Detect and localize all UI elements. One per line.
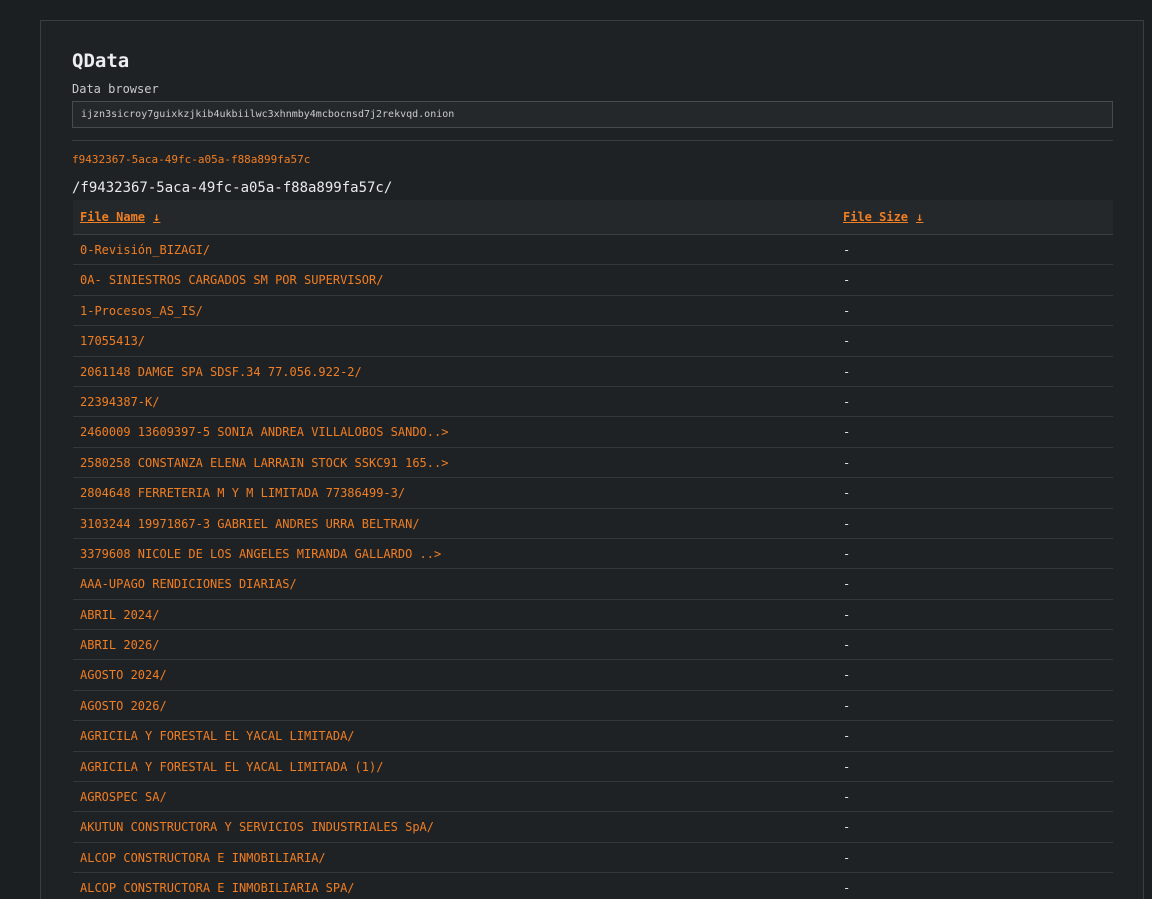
file-size: - <box>843 334 851 349</box>
table-row: AKUTUN CONSTRUCTORA Y SERVICIOS INDUSTRI… <box>73 812 1113 843</box>
table-row: 3103244 19971867-3 GABRIEL ANDRES URRA B… <box>73 509 1113 539</box>
file-name-link[interactable]: 2580258 CONSTANZA ELENA LARRAIN STOCK SS… <box>80 456 448 470</box>
file-name-link[interactable]: 3379608 NICOLE DE LOS ANGELES MIRANDA GA… <box>80 547 441 561</box>
file-size: - <box>843 486 851 501</box>
sort-by-name-header[interactable]: File Name ↓ <box>80 210 160 224</box>
table-row: 17055413/ - <box>73 326 1113 357</box>
sort-down-icon: ↓ <box>916 210 924 224</box>
table-row: AGOSTO 2024/ - <box>73 660 1113 691</box>
file-size: - <box>843 243 851 257</box>
file-size: - <box>843 759 851 774</box>
file-name-link[interactable]: AKUTUN CONSTRUCTORA Y SERVICIOS INDUSTRI… <box>80 820 434 834</box>
file-size: - <box>843 850 851 865</box>
table-row: ALCOP CONSTRUCTORA E INMOBILIARIA SPA/ - <box>73 873 1113 899</box>
table-row: 3379608 NICOLE DE LOS ANGELES MIRANDA GA… <box>73 539 1113 570</box>
table-row: AGOSTO 2026/ - <box>73 691 1113 722</box>
file-size: - <box>843 425 851 440</box>
file-name-link[interactable]: AGOSTO 2026/ <box>80 699 167 713</box>
file-size: - <box>843 516 851 531</box>
file-name-link[interactable]: 2460009 13609397-5 SONIA ANDREA VILLALOB… <box>80 425 448 439</box>
file-size: - <box>843 729 851 744</box>
table-row: 0A- SINIESTROS CARGADOS SM POR SUPERVISO… <box>73 265 1113 296</box>
file-name-link[interactable]: ALCOP CONSTRUCTORA E INMOBILIARIA SPA/ <box>80 881 355 895</box>
file-name-link[interactable]: AGRICILA Y FORESTAL EL YACAL LIMITADA (1… <box>80 760 383 774</box>
file-size: - <box>843 394 851 409</box>
table-row: ABRIL 2026/ - <box>73 630 1113 661</box>
file-size-column-label: File Size <box>843 210 909 224</box>
breadcrumb-link[interactable]: f9432367-5aca-49fc-a05a-f88a899fa57c <box>72 153 310 166</box>
file-size: - <box>843 455 851 470</box>
sort-by-size-header[interactable]: File Size ↓ <box>843 210 923 224</box>
file-name-link[interactable]: ABRIL 2024/ <box>80 608 159 622</box>
table-header: File Name ↓ File Size ↓ <box>73 200 1113 235</box>
file-name-link[interactable]: 0A- SINIESTROS CARGADOS SM POR SUPERVISO… <box>80 273 383 287</box>
table-row: 2804648 FERRETERIA M Y M LIMITADA 773864… <box>73 478 1113 509</box>
file-size: - <box>843 546 851 561</box>
file-name-link[interactable]: ALCOP CONSTRUCTORA E INMOBILIARIA/ <box>80 851 326 865</box>
table-row: 1-Procesos_AS_IS/ - <box>73 296 1113 327</box>
file-name-link[interactable]: 17055413/ <box>80 334 145 348</box>
table-row: AGRICILA Y FORESTAL EL YACAL LIMITADA (1… <box>73 752 1113 783</box>
table-row: AGROSPEC SA/ - <box>73 782 1113 813</box>
file-name-link[interactable]: 2061148 DAMGE SPA SDSF.34 77.056.922-2/ <box>80 365 362 379</box>
file-table: File Name ↓ File Size ↓ 0-Revisión_BIZAGI/… <box>73 200 1113 899</box>
table-row: 2580258 CONSTANZA ELENA LARRAIN STOCK SS… <box>73 448 1113 479</box>
file-size: - <box>843 273 851 288</box>
file-name-link[interactable]: 1-Procesos_AS_IS/ <box>80 304 203 318</box>
file-name-link[interactable]: 22394387-K/ <box>80 395 159 409</box>
file-size: - <box>843 698 851 713</box>
file-size: - <box>843 820 851 835</box>
file-name-link[interactable]: 0-Revisión_BIZAGI/ <box>80 243 210 257</box>
file-name-link[interactable]: ABRIL 2026/ <box>80 638 159 652</box>
sort-down-icon: ↓ <box>153 210 161 224</box>
file-size: - <box>843 638 851 653</box>
table-body: 0-Revisión_BIZAGI/ - 0A- SINIESTROS CARGAD… <box>73 235 1113 899</box>
file-size: - <box>843 668 851 683</box>
file-name-link[interactable]: 2804648 FERRETERIA M Y M LIMITADA 773864… <box>80 486 405 500</box>
file-size: - <box>843 303 851 318</box>
app-title: QData <box>72 50 130 72</box>
app-subtitle: Data browser <box>72 82 159 96</box>
main-panel: QData Data browser f9432367-5aca-49fc-a0… <box>40 20 1144 899</box>
table-row: ALCOP CONSTRUCTORA E INMOBILIARIA/ - <box>73 843 1113 874</box>
file-name-link[interactable]: 3103244 19971867-3 GABRIEL ANDRES URRA B… <box>80 517 420 531</box>
file-size: - <box>843 607 851 622</box>
table-row: 2061148 DAMGE SPA SDSF.34 77.056.922-2/ - <box>73 357 1113 387</box>
file-name-column-label: File Name <box>80 210 146 224</box>
table-row: 0-Revisión_BIZAGI/ - <box>73 235 1113 266</box>
table-row: AGRICILA Y FORESTAL EL YACAL LIMITADA/ - <box>73 721 1113 752</box>
file-size: - <box>843 790 851 805</box>
file-name-link[interactable]: AGROSPEC SA/ <box>80 790 167 804</box>
file-size: - <box>843 577 851 592</box>
current-path: /f9432367-5aca-49fc-a05a-f88a899fa57c/ <box>72 180 393 196</box>
table-row: AAA-UPAGO RENDICIONES DIARIAS/ - <box>73 569 1113 600</box>
file-size: - <box>843 881 851 896</box>
divider <box>72 140 1113 141</box>
table-row: ABRIL 2024/ - <box>73 600 1113 631</box>
file-name-link[interactable]: AGOSTO 2024/ <box>80 668 167 682</box>
file-name-link[interactable]: AGRICILA Y FORESTAL EL YACAL LIMITADA/ <box>80 729 355 743</box>
file-size: - <box>843 364 851 379</box>
address-input[interactable] <box>72 101 1113 128</box>
table-row: 2460009 13609397-5 SONIA ANDREA VILLALOB… <box>73 417 1113 448</box>
table-row: 22394387-K/ - <box>73 387 1113 418</box>
file-name-link[interactable]: AAA-UPAGO RENDICIONES DIARIAS/ <box>80 577 297 591</box>
